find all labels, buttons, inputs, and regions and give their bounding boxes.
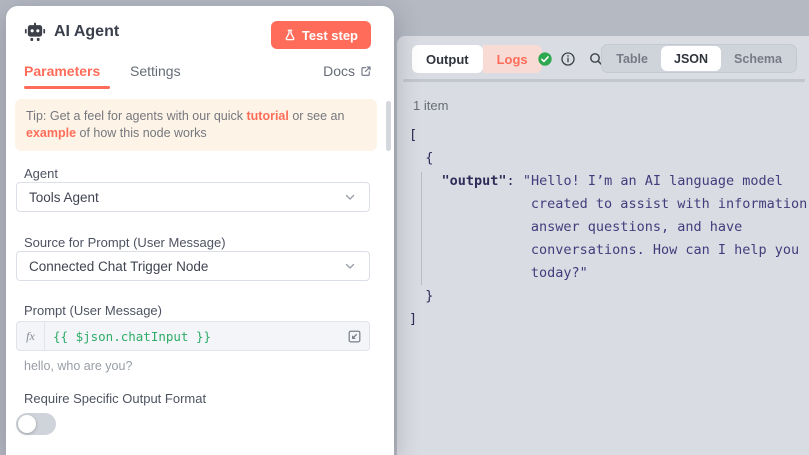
json-line: ] (409, 308, 809, 331)
json-output-viewer: [ { "output": "Hello! I’m an AI language… (409, 124, 809, 455)
logs-tab[interactable]: Logs (483, 45, 542, 73)
external-link-icon (360, 65, 372, 77)
view-tab-json[interactable]: JSON (661, 46, 721, 71)
output-tab[interactable]: Output (412, 45, 483, 73)
view-tab-table[interactable]: Table (603, 46, 661, 71)
tip-text: Tip: Get a feel for agents with our quic… (26, 109, 246, 123)
docs-link[interactable]: Docs (323, 63, 372, 79)
json-string-value: conversations. How can I help you (409, 239, 809, 262)
output-toolbar: Output Logs Table JSON Schema (397, 36, 809, 80)
test-step-label: Test step (302, 28, 358, 43)
items-count: 1 item (413, 98, 448, 113)
indent-guide (421, 172, 422, 285)
fx-badge: fx (17, 322, 45, 350)
tip-text: of how this node works (76, 126, 207, 140)
json-string-value: answer questions, and have (409, 216, 809, 239)
open-expression-editor-icon[interactable] (347, 329, 362, 344)
flask-icon (284, 29, 296, 41)
chevron-down-icon (343, 259, 357, 273)
expression-text[interactable]: {{ $json.chatInput }} (45, 329, 211, 344)
prompt-source-select[interactable]: Connected Chat Trigger Node (16, 251, 370, 281)
json-string-value: created to assist with information, (409, 193, 809, 216)
json-key: "output" (442, 173, 507, 189)
test-step-button[interactable]: Test step (271, 21, 371, 49)
json-line: [ (409, 124, 809, 147)
horizontal-scrollbar[interactable] (403, 79, 805, 82)
tip-text: or see an (289, 109, 345, 123)
json-string-value: today?" (409, 262, 809, 285)
docs-label: Docs (323, 63, 355, 79)
tutorial-link[interactable]: tutorial (246, 109, 288, 123)
output-logs-tabs: Output Logs (412, 45, 542, 73)
prompt-expression-input[interactable]: fx {{ $json.chatInput }} (16, 321, 370, 351)
agent-field-label: Agent (24, 166, 58, 181)
vertical-scrollbar[interactable] (386, 101, 391, 151)
toggle-knob (18, 415, 36, 433)
agent-select-value: Tools Agent (29, 190, 99, 205)
output-format-toggle[interactable] (16, 413, 56, 435)
prompt-field-label: Prompt (User Message) (24, 303, 162, 318)
node-settings-panel: AI Agent Test step Parameters Settings D… (6, 6, 394, 455)
json-line: { (409, 147, 809, 170)
success-check-icon (537, 51, 553, 67)
view-mode-tabs: Table JSON Schema (601, 44, 797, 73)
source-field-label: Source for Prompt (User Message) (24, 235, 226, 250)
json-line: } (409, 285, 809, 308)
example-link[interactable]: example (26, 126, 76, 140)
output-format-label: Require Specific Output Format (24, 391, 206, 406)
tip-callout: Tip: Get a feel for agents with our quic… (15, 99, 377, 151)
json-indent (409, 173, 442, 189)
active-tab-underline (24, 86, 110, 89)
json-string-value: "Hello! I’m an AI language model (523, 173, 783, 189)
agent-select[interactable]: Tools Agent (16, 182, 370, 212)
tab-settings[interactable]: Settings (130, 63, 181, 79)
json-colon: : (507, 173, 523, 189)
prompt-source-value: Connected Chat Trigger Node (29, 259, 208, 274)
info-icon[interactable] (560, 51, 576, 67)
view-tab-schema[interactable]: Schema (721, 46, 795, 71)
node-title: AI Agent (54, 23, 119, 41)
output-panel: Output Logs Table JSON Schema 1 item [ {… (397, 36, 809, 455)
ai-agent-robot-icon (24, 21, 46, 43)
chevron-down-icon (343, 190, 357, 204)
expression-resolved-preview: hello, who are you? (24, 359, 132, 373)
tab-parameters[interactable]: Parameters (24, 63, 100, 79)
json-line: "output": "Hello! I’m an AI language mod… (409, 170, 809, 193)
